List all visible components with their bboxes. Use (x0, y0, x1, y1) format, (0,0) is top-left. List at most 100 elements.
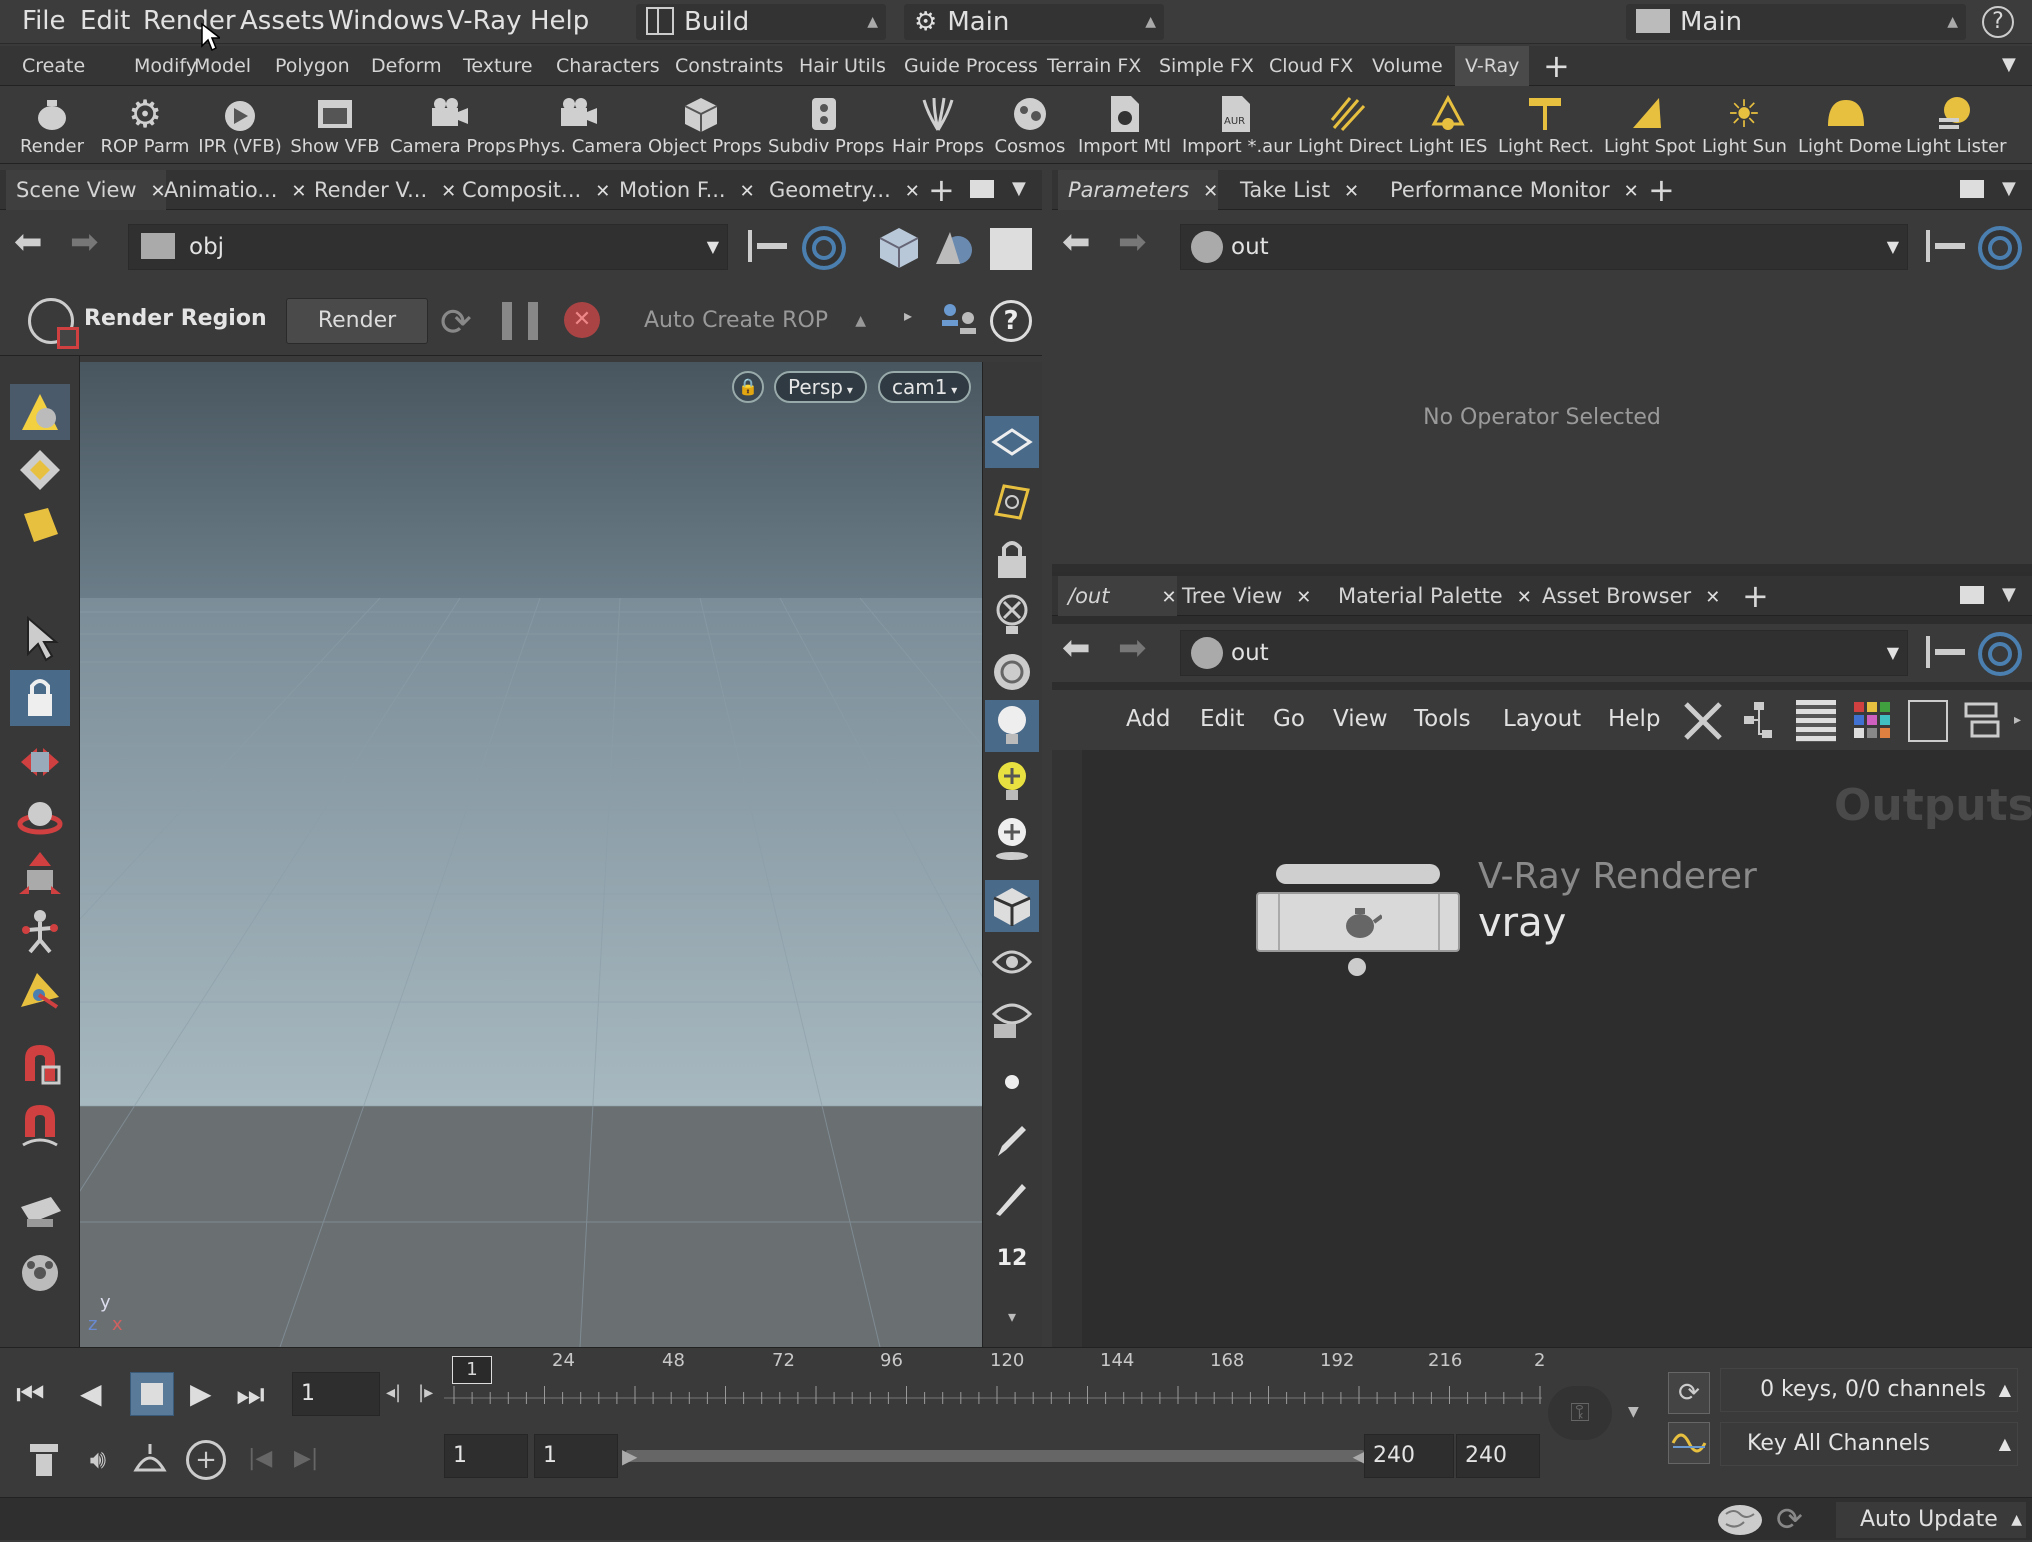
menu-file[interactable]: File (22, 6, 66, 36)
shelf-tab-cloud-fx[interactable]: Cloud FX (1259, 46, 1363, 86)
shelf-tab-deform[interactable]: Deform (361, 46, 452, 86)
auto-key-icon[interactable]: ⟳ (1668, 1372, 1710, 1414)
snap-magnet-icon[interactable] (10, 1036, 70, 1092)
lock-icon[interactable] (985, 532, 1039, 584)
close-icon[interactable]: ✕ (1203, 181, 1218, 202)
shelf-tab-polygon[interactable]: Polygon (265, 46, 360, 86)
shelf-tab-volume[interactable]: Volume (1362, 46, 1453, 86)
step-back-icon[interactable]: ◂| (386, 1382, 401, 1403)
jump-end-icon[interactable]: ⏭ (236, 1372, 286, 1416)
shelf-tab-vray[interactable]: V-Ray (1455, 46, 1530, 86)
tool-light-spot[interactable]: Light Spot (1604, 86, 1696, 164)
path-field[interactable]: out ▼ (1180, 224, 1908, 270)
menu-vray[interactable]: V-Ray (447, 6, 521, 36)
range-end-field[interactable]: 240 (1364, 1434, 1454, 1478)
snap-magnet-alt-icon[interactable] (10, 1096, 70, 1152)
tool-phys-camera[interactable]: Phys. Camera (518, 86, 642, 164)
network-scrollbar[interactable] (1052, 750, 1082, 1347)
shelf-tab-simple-fx[interactable]: Simple FX (1149, 46, 1264, 86)
close-icon[interactable]: ✕ (905, 181, 920, 202)
scale-tool-icon[interactable] (10, 846, 70, 902)
cube-display-icon[interactable] (876, 224, 922, 270)
rotate-tool-icon[interactable] (10, 790, 70, 846)
menu-windows[interactable]: Windows (328, 6, 444, 36)
tab-material-palette[interactable]: Material Palette ✕ (1328, 576, 1532, 616)
people-icon[interactable] (936, 298, 982, 344)
tools-wrench-icon[interactable] (1680, 698, 1726, 744)
link-icon[interactable] (1978, 226, 2022, 270)
list-view-icon[interactable] (1796, 700, 1836, 742)
menu-view[interactable]: View (1333, 706, 1388, 732)
node-output-connector[interactable] (1348, 958, 1366, 976)
menu-help[interactable]: Help (1608, 706, 1660, 732)
tab-parameters[interactable]: Parameters ✕ (1058, 170, 1219, 210)
tab-motion-fx[interactable]: Motion F... ✕ (609, 170, 755, 210)
hide-light-icon[interactable] (985, 590, 1039, 642)
tool-show-vfb[interactable]: Show VFB (290, 86, 380, 164)
grid-plane-icon[interactable] (985, 416, 1039, 468)
shelf-tab-guide-process[interactable]: Guide Process (894, 46, 1048, 86)
brush-icon[interactable] (985, 1114, 1039, 1166)
update-mode-combo[interactable]: Auto Update ▲ (1836, 1502, 2026, 1538)
chevron-down-icon[interactable]: ▼ (2002, 178, 2016, 199)
background-icon[interactable] (990, 228, 1032, 270)
menu-edit[interactable]: Edit (80, 6, 130, 36)
chevron-down-icon[interactable]: ▼ (2002, 54, 2016, 75)
step-forward-icon[interactable]: |▸ (418, 1382, 433, 1403)
question-mark-icon[interactable]: ? (1982, 6, 2014, 38)
tool-hair-props[interactable]: Hair Props (892, 86, 984, 164)
render-object-icon[interactable] (10, 1184, 70, 1240)
persp-menu[interactable]: Persp ▾ (774, 371, 867, 403)
brain-icon[interactable] (1714, 1502, 1766, 1538)
tool-render[interactable]: Render (12, 86, 92, 164)
shading-icon[interactable] (930, 224, 976, 270)
keys-info[interactable]: 0 keys, 0/0 channels ▲ (1720, 1368, 2018, 1412)
playbar-menu-icon[interactable] (26, 1440, 66, 1480)
menu-add[interactable]: Add (1126, 706, 1171, 732)
menu-go[interactable]: Go (1273, 706, 1305, 732)
camera-menu[interactable]: cam1 ▾ (878, 371, 972, 403)
help-icon[interactable]: ? (990, 300, 1032, 342)
stop-icon[interactable]: ✕ (564, 302, 600, 338)
audio-icon[interactable]: 🔊︎ (78, 1440, 118, 1480)
pen-icon[interactable] (985, 1172, 1039, 1224)
desktop-combo[interactable]: Build ▲ (636, 4, 886, 40)
menu-help[interactable]: Help (530, 6, 589, 36)
menu-layout[interactable]: Layout (1503, 706, 1581, 732)
tool-import-aur[interactable]: AUR Import *.aur (1182, 86, 1292, 164)
channel-curve-icon[interactable] (1668, 1422, 1710, 1464)
shelf-tab-model[interactable]: Model (184, 46, 261, 86)
global-anim-options-icon[interactable]: + (186, 1440, 226, 1480)
maximize-icon[interactable] (1960, 180, 1984, 198)
tab-animation[interactable]: Animatio... ✕ (154, 170, 307, 210)
viewport-canvas[interactable] (80, 362, 982, 1347)
arrow-right-icon[interactable]: ▸ (2014, 712, 2021, 728)
tool-light-rect[interactable]: Light Rect. (1498, 86, 1594, 164)
jump-start-icon[interactable]: ⏮ (16, 1372, 66, 1416)
select-arrow-icon[interactable] (10, 610, 70, 666)
output-film-icon[interactable] (10, 1246, 70, 1302)
context-combo[interactable]: ⚙ Main ▲ (904, 4, 1164, 40)
more-options-icon[interactable]: ▾ (985, 1290, 1039, 1342)
scene-viewport[interactable] (80, 362, 982, 1347)
select-mode-object-icon[interactable] (10, 384, 70, 440)
pin-icon[interactable] (1926, 230, 1970, 262)
menu-assets[interactable]: Assets (240, 6, 325, 36)
range-start-field[interactable]: 1 (444, 1434, 528, 1478)
chevron-down-icon[interactable]: ▼ (1628, 1404, 1639, 1420)
point-display-icon[interactable] (985, 1056, 1039, 1108)
close-icon[interactable]: ✕ (1705, 587, 1720, 608)
link-icon[interactable] (802, 226, 846, 270)
tab-geometry[interactable]: Geometry... ✕ (759, 170, 920, 210)
play-forward-icon[interactable]: ▶ (190, 1372, 230, 1416)
back-arrow-icon[interactable]: ⬅ (14, 222, 43, 262)
shelf-tab-hair-utils[interactable]: Hair Utils (789, 46, 896, 86)
tree-layout-icon[interactable] (1740, 700, 1780, 742)
menu-edit[interactable]: Edit (1200, 706, 1245, 732)
select-mode-dynamics-icon[interactable] (10, 498, 70, 554)
refresh-icon[interactable]: ⟳ (1776, 1500, 1803, 1538)
menu-tools[interactable]: Tools (1414, 706, 1471, 732)
tab-take-list[interactable]: Take List ✕ (1230, 170, 1359, 210)
pin-icon[interactable] (1926, 636, 1970, 668)
path-field[interactable]: out ▼ (1180, 630, 1908, 676)
